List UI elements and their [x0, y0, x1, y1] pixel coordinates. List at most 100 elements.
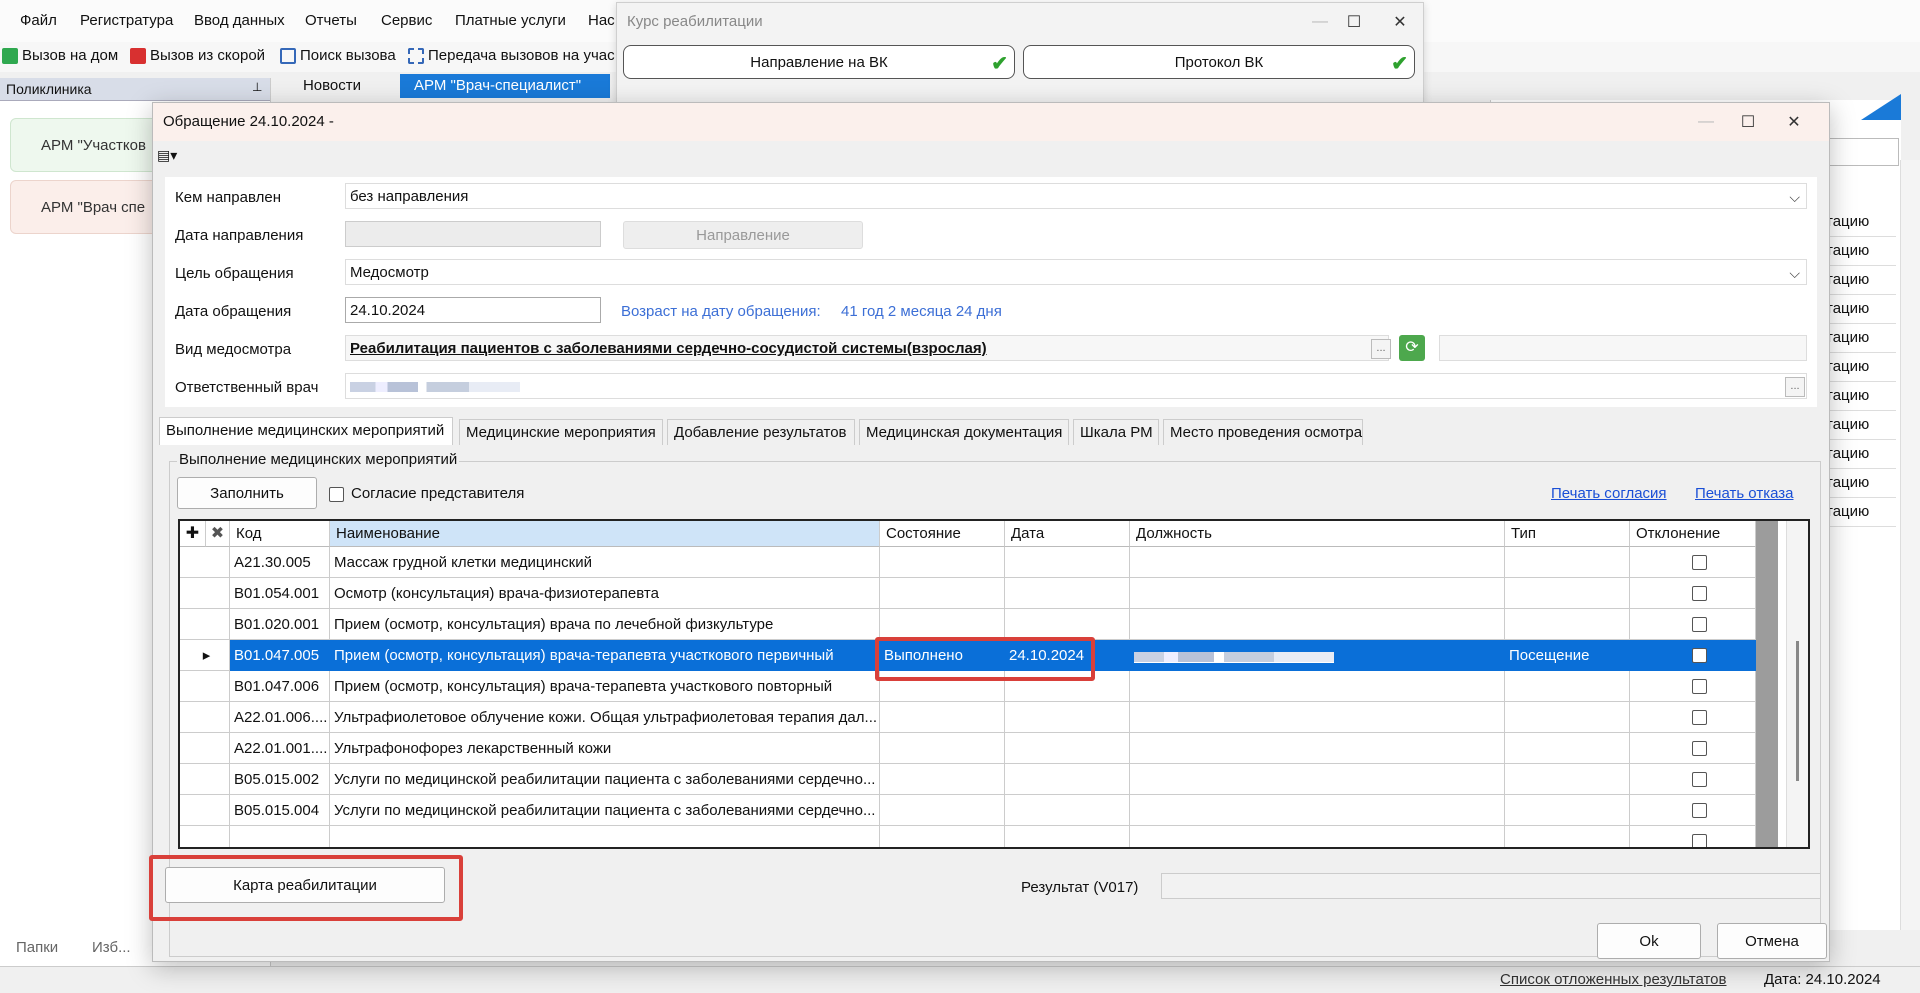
cell-date [1005, 702, 1130, 733]
doctor-ellipsis-button[interactable]: ... [1785, 377, 1805, 397]
table-row[interactable]: A22.01.006.... Ультрафиолетовое облучени… [180, 702, 1768, 733]
referral-date-field[interactable] [345, 221, 601, 247]
print-consent-link[interactable]: Печать согласия [1551, 485, 1667, 502]
tab-arm-specialist[interactable]: АРМ "Врач-специалист" 24... [400, 74, 610, 118]
deviation-checkbox[interactable] [1692, 803, 1707, 818]
cancel-button[interactable]: Отмена [1717, 923, 1827, 959]
result-field[interactable] [1161, 873, 1821, 899]
add-row-icon[interactable]: ✚ [180, 521, 206, 547]
visit-date-field[interactable]: 24.10.2024 [345, 297, 601, 323]
close-icon[interactable]: ✕ [1771, 103, 1817, 141]
ambulance-call-button[interactable]: Вызов из скорой [130, 47, 265, 64]
exam-type-extra-field[interactable] [1439, 335, 1807, 361]
list-item[interactable]: тацию [1826, 324, 1896, 353]
menu-service[interactable]: Сервис [381, 12, 432, 29]
tab-folders[interactable]: Папки [16, 939, 58, 956]
tab-medical-docs[interactable]: Медицинская документация [859, 419, 1069, 445]
cell-code: B01.047.006 [230, 671, 330, 702]
table-row[interactable]: A21.30.005 Массаж грудной клетки медицин… [180, 547, 1768, 578]
deviation-checkbox[interactable] [1692, 586, 1707, 601]
table-row[interactable]: B01.047.006 Прием (осмотр, консультация)… [180, 671, 1768, 702]
rehab-course-window: Курс реабилитации — ☐ ✕ Направление на В… [616, 2, 1424, 104]
rehab-card-button[interactable]: Карта реабилитации [165, 867, 445, 903]
document-menu-icon[interactable]: ▤▾ [157, 147, 177, 164]
right-scrollbar[interactable] [1900, 160, 1920, 930]
print-refusal-link[interactable]: Печать отказа [1695, 485, 1793, 502]
tab-execution[interactable]: Выполнение медицинских мероприятий [159, 417, 453, 445]
tab-favorites[interactable]: Изб... [92, 939, 131, 956]
minimize-icon[interactable]: — [1683, 103, 1729, 141]
list-item[interactable]: тацию [1826, 208, 1896, 237]
maximize-icon[interactable]: ☐ [1331, 3, 1377, 41]
deviation-checkbox[interactable] [1692, 834, 1707, 847]
home-call-button[interactable]: Вызов на дом [2, 47, 118, 64]
tab-medical-events[interactable]: Медицинские мероприятия [459, 419, 663, 445]
col-header-code[interactable]: Код [230, 521, 330, 547]
list-item[interactable]: тацию [1826, 237, 1896, 266]
grid-scrollbar[interactable] [1786, 521, 1808, 847]
deviation-checkbox[interactable] [1692, 679, 1707, 694]
close-icon[interactable]: ✕ [1377, 3, 1423, 41]
deviation-checkbox[interactable] [1692, 555, 1707, 570]
list-item[interactable]: тацию [1826, 469, 1896, 498]
menu-reports[interactable]: Отчеты [305, 12, 357, 29]
menu-registry[interactable]: Регистратура [80, 12, 173, 29]
deviation-checkbox[interactable] [1692, 648, 1707, 663]
list-item[interactable]: тацию [1826, 411, 1896, 440]
grid-scroll-thumb[interactable] [1796, 641, 1799, 781]
list-item[interactable]: тацию [1826, 440, 1896, 469]
deviation-checkbox[interactable] [1692, 710, 1707, 725]
table-row[interactable]: B01.054.001 Осмотр (консультация) врача-… [180, 578, 1768, 609]
deviation-checkbox[interactable] [1692, 617, 1707, 632]
row-indicator [180, 733, 230, 764]
vk-referral-button[interactable]: Направление на ВК ✔ [623, 45, 1015, 79]
list-item[interactable]: тацию [1826, 295, 1896, 324]
table-row[interactable]: B01.020.001 Прием (осмотр, консультация)… [180, 609, 1768, 640]
col-header-deviation[interactable]: Отклонение [1630, 521, 1756, 547]
deferred-results-link[interactable]: Список отложенных результатов [1500, 971, 1726, 988]
tab-news[interactable]: Новости [272, 74, 392, 98]
maximize-icon[interactable]: ☐ [1725, 103, 1771, 141]
col-header-position[interactable]: Должность [1130, 521, 1505, 547]
search-call-button[interactable]: Поиск вызова [280, 47, 396, 64]
menu-more[interactable]: Нас [588, 12, 615, 29]
col-header-date[interactable]: Дата [1005, 521, 1130, 547]
tab-exam-place[interactable]: Место проведения осмотра [1163, 419, 1363, 445]
referral-button[interactable]: Направление [623, 221, 863, 249]
right-search-box[interactable] [1821, 138, 1899, 166]
list-item[interactable]: тацию [1826, 498, 1896, 527]
table-row-selected[interactable]: ▸ B01.047.005 Прием (осмотр, консультаци… [180, 640, 1768, 671]
responsible-doctor-field[interactable] [345, 373, 1807, 399]
list-item[interactable]: тацию [1826, 353, 1896, 382]
table-row[interactable]: B05.015.004 Услуги по медицинской реабил… [180, 795, 1768, 826]
deviation-checkbox[interactable] [1692, 772, 1707, 787]
tab-rm-scale[interactable]: Шкала РМ [1073, 419, 1159, 445]
pin-icon[interactable]: ⊥ [252, 80, 262, 94]
list-item[interactable]: тацию [1826, 382, 1896, 411]
tab-add-results[interactable]: Добавление результатов [667, 419, 855, 445]
table-row[interactable]: A22.01.001.... Ультрафонофорез лекарстве… [180, 733, 1768, 764]
exam-type-ellipsis-button[interactable]: ... [1371, 339, 1391, 359]
fill-button[interactable]: Заполнить [177, 477, 317, 509]
cell-date [1005, 826, 1130, 847]
exam-type-field[interactable]: Реабилитация пациентов с заболеваниями с… [345, 335, 1389, 361]
list-item[interactable]: тацию [1826, 266, 1896, 295]
deviation-checkbox[interactable] [1692, 741, 1707, 756]
col-header-state[interactable]: Состояние [880, 521, 1005, 547]
menu-paid-services[interactable]: Платные услуги [455, 12, 566, 29]
transfer-calls-button[interactable]: Передача вызовов на учас [408, 47, 615, 64]
vk-protocol-button[interactable]: Протокол ВК ✔ [1023, 45, 1415, 79]
refresh-icon[interactable]: ⟳ [1399, 335, 1425, 361]
delete-row-icon[interactable]: ✖ [206, 521, 230, 547]
table-row-partial[interactable] [180, 826, 1768, 847]
col-header-name[interactable]: Наименование [330, 521, 880, 547]
referred-by-combo[interactable]: без направления ⌵ [345, 183, 1807, 209]
visit-purpose-combo[interactable]: Медосмотр ⌵ [345, 259, 1807, 285]
table-row[interactable]: B05.015.002 Услуги по медицинской реабил… [180, 764, 1768, 795]
menu-file[interactable]: Файл [20, 12, 57, 29]
col-header-type[interactable]: Тип [1505, 521, 1630, 547]
cell-name: Прием (осмотр, консультация) врача-терап… [330, 671, 880, 702]
menu-data-entry[interactable]: Ввод данных [194, 12, 285, 29]
ok-button[interactable]: Ok [1597, 923, 1701, 959]
representative-consent-checkbox[interactable] [329, 487, 344, 502]
